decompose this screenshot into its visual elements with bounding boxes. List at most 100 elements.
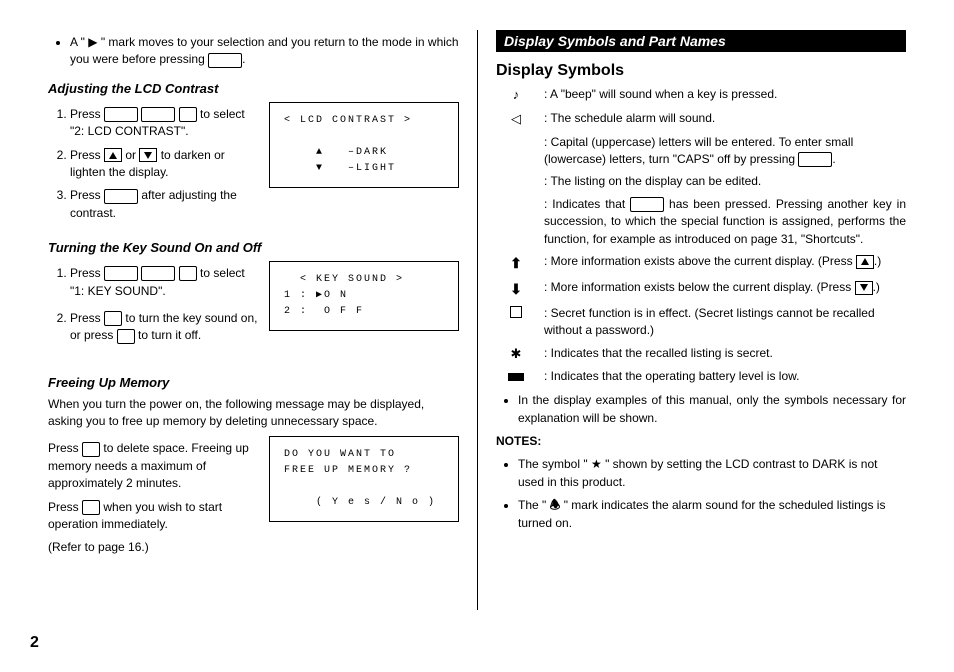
text: " mark indicates the alarm sound for the… — [518, 498, 885, 529]
keysound-ol: Press to select "1: KEY SOUND". Press to… — [48, 265, 259, 345]
up-key-icon — [104, 148, 122, 162]
memory-block: Press to delete space. Freeing up memory… — [48, 436, 459, 562]
key-blank-icon — [798, 152, 832, 167]
intro-bullet: A " ▶ " mark moves to your selection and… — [70, 34, 459, 69]
sym-above-text: :More information exists above the curre… — [544, 253, 906, 270]
ks-step-1: Press to select "1: KEY SOUND". — [70, 265, 259, 300]
key-blank-icon — [104, 189, 138, 204]
notes-heading: NOTES: — [496, 433, 906, 450]
page-number: 2 — [30, 634, 39, 652]
text: Press — [70, 188, 104, 202]
sym-battery: Indicates that the operating battery lev… — [496, 368, 906, 387]
sym-caps: :Capital (uppercase) letters will be ent… — [496, 134, 906, 169]
sym-battery-text: Indicates that the operating battery lev… — [544, 368, 906, 385]
keysound-steps: Press to select "1: KEY SOUND". Press to… — [48, 261, 259, 351]
key-blank-icon — [141, 266, 175, 281]
text: Press — [70, 148, 104, 162]
memory-p3: (Refer to page 16.) — [48, 539, 259, 556]
note-bullet-1: In the display examples of this manual, … — [518, 392, 906, 427]
music-note-icon: ♪ — [496, 86, 544, 105]
right-column: Display Symbols and Part Names Display S… — [477, 30, 924, 610]
keysound-display-box: < KEY SOUND > 1 : ▶O N 2 : O F F — [269, 261, 459, 331]
sym-alarm: ◁ The schedule alarm will sound. — [496, 110, 906, 129]
text: or — [125, 148, 139, 162]
text: The symbol " — [518, 457, 591, 471]
down-key-icon — [855, 281, 873, 295]
key-blank-icon — [630, 197, 664, 212]
star-icon: ✱ — [496, 345, 544, 364]
key-blank-small-icon — [179, 107, 197, 122]
lcd-step-1: Press to select "2: LCD CONTRAST". — [70, 106, 259, 141]
text: to turn it off. — [138, 328, 201, 342]
sym-edit-text: The listing on the display can be edited… — [544, 173, 906, 190]
note-2: The " 🕭 " mark indicates the alarm sound… — [518, 497, 906, 532]
text: .) — [873, 280, 880, 294]
note-1: The symbol " ★ " shown by setting the LC… — [518, 456, 906, 491]
key-blank-small-icon — [179, 266, 197, 281]
alarm-icon: ◁ — [496, 110, 544, 129]
heading-lcd-contrast: Adjusting the LCD Contrast — [48, 81, 459, 96]
note-bullet-list: In the display examples of this manual, … — [496, 392, 906, 427]
key-blank-icon — [104, 107, 138, 122]
sym-secret: Secret function is in effect. (Secret li… — [496, 305, 906, 340]
square-icon — [496, 305, 544, 324]
page-columns: A " ▶ " mark moves to your selection and… — [30, 30, 924, 610]
sym-secret-text: Secret function is in effect. (Secret li… — [544, 305, 906, 340]
heading-key-sound: Turning the Key Sound On and Off — [48, 240, 459, 255]
sym-more-below: ⬇ :More information exists below the cur… — [496, 279, 906, 300]
text: Press — [70, 311, 104, 325]
sym-beep: ♪ A "beep" will sound when a key is pres… — [496, 86, 906, 105]
intro-bullet-list: A " ▶ " mark moves to your selection and… — [48, 34, 459, 69]
sym-shortcut-text: :Indicates that has been pressed. Pressi… — [544, 196, 906, 248]
ks-step-2: Press to turn the key sound on, or press… — [70, 310, 259, 345]
lcd-display-box: < LCD CONTRAST > ▲ –DARK ▼ –LIGHT — [269, 102, 459, 188]
bell-icon: 🕭 — [550, 498, 561, 512]
text: The " — [518, 498, 550, 512]
sym-alarm-text: The schedule alarm will sound. — [544, 110, 906, 127]
text: Press — [70, 266, 104, 280]
battery-low-icon — [496, 368, 544, 387]
sym-star-text: Indicates that the recalled listing is s… — [544, 345, 906, 362]
text: Indicates that — [552, 197, 630, 211]
key-blank-icon — [104, 266, 138, 281]
lcd-steps: Press to select "2: LCD CONTRAST". Press… — [48, 102, 259, 228]
memory-intro: When you turn the power on, the followin… — [48, 396, 459, 431]
arrow-down-icon: ⬇ — [496, 279, 544, 300]
heading-memory: Freeing Up Memory — [48, 375, 459, 390]
text: .) — [874, 254, 881, 268]
down-key-icon — [139, 148, 157, 162]
key-blank-small-icon — [82, 442, 100, 457]
lcd-ol: Press to select "2: LCD CONTRAST". Press… — [48, 106, 259, 222]
intro-text-2: . — [242, 52, 245, 66]
arrow-up-icon: ⬆ — [496, 253, 544, 274]
key-blank-small-icon — [117, 329, 135, 344]
memory-display-box: DO YOU WANT TO FREE UP MEMORY ? ( Y e s … — [269, 436, 459, 522]
text: . — [832, 152, 835, 166]
memory-p1: Press to delete space. Freeing up memory… — [48, 440, 259, 492]
sym-edit: The listing on the display can be edited… — [496, 173, 906, 190]
sym-more-above: ⬆ :More information exists above the cur… — [496, 253, 906, 274]
sym-caps-text: :Capital (uppercase) letters will be ent… — [544, 134, 906, 169]
lcd-block: Press to select "2: LCD CONTRAST". Press… — [48, 102, 459, 228]
intro-text-1: A " ▶ " mark moves to your selection and… — [70, 35, 459, 66]
sym-star: ✱ Indicates that the recalled listing is… — [496, 345, 906, 364]
left-column: A " ▶ " mark moves to your selection and… — [30, 30, 477, 610]
star-icon: ★ — [591, 457, 602, 471]
notes-list: The symbol " ★ " shown by setting the LC… — [496, 456, 906, 532]
up-key-icon — [856, 255, 874, 269]
key-blank-small-icon — [104, 311, 122, 326]
memory-p2: Press when you wish to start operation i… — [48, 499, 259, 534]
lcd-step-2: Press or to darken or lighten the displa… — [70, 147, 259, 182]
section-bar: Display Symbols and Part Names — [496, 30, 906, 52]
key-blank-icon — [208, 53, 242, 68]
text: Press — [48, 500, 82, 514]
text: Press — [48, 441, 82, 455]
sym-shortcut: :Indicates that has been pressed. Pressi… — [496, 196, 906, 248]
key-blank-icon — [141, 107, 175, 122]
text: More information exists below the curren… — [551, 280, 855, 294]
keysound-block: Press to select "1: KEY SOUND". Press to… — [48, 261, 459, 351]
sym-beep-text: A "beep" will sound when a key is presse… — [544, 86, 906, 103]
key-blank-small-icon — [82, 500, 100, 515]
text: More information exists above the curren… — [551, 254, 856, 268]
lcd-step-3: Press after adjusting the contrast. — [70, 187, 259, 222]
